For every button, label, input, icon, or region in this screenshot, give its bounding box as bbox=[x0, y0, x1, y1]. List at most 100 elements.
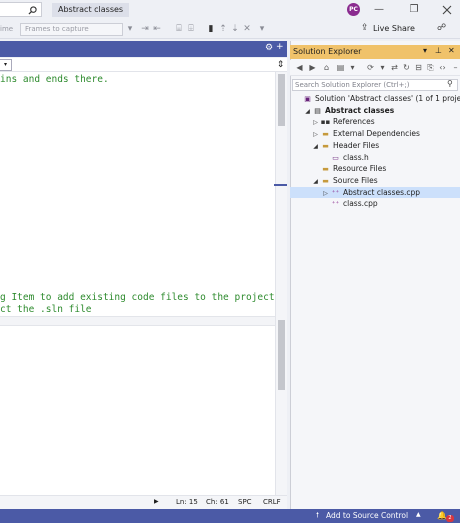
search-input[interactable] bbox=[0, 2, 42, 17]
solution-explorer-title-bar: Solution Explorer ▾ ⊥ ✕ bbox=[290, 45, 460, 59]
collapse-all-icon[interactable]: ⊟ bbox=[413, 62, 424, 73]
restore-button[interactable]: ❐ bbox=[403, 2, 425, 18]
line-ending[interactable]: CRLF bbox=[263, 498, 281, 506]
tree-item[interactable]: ▷ ▬ External Dependencies bbox=[290, 128, 460, 139]
tree-item-label: Abstract classes.cpp bbox=[343, 187, 421, 197]
more-icon[interactable]: – bbox=[450, 62, 460, 73]
folder-icon: ▬ bbox=[322, 141, 329, 150]
cpp-file-icon: ⁺⁺ bbox=[331, 200, 340, 209]
toolbar-icon-b[interactable]: ⇤ bbox=[152, 23, 162, 35]
collapse-arrow-icon[interactable]: ◢ bbox=[311, 176, 320, 187]
close-icon[interactable]: ✕ bbox=[448, 46, 455, 55]
caret-position-marker bbox=[274, 184, 287, 186]
editor-tab-well: ⚙ + bbox=[0, 41, 287, 57]
refresh-icon[interactable]: ↻ bbox=[401, 62, 412, 73]
solution-icon: ▣ bbox=[304, 95, 311, 103]
tree-item-label: References bbox=[333, 117, 375, 127]
column-number: Ch: 61 bbox=[206, 498, 229, 506]
vertical-scrollbar[interactable] bbox=[275, 72, 287, 495]
bookmark-prev-icon[interactable]: ⇡ bbox=[218, 23, 228, 35]
chevron-up-icon[interactable]: ▲ bbox=[416, 511, 421, 518]
feedback-icon[interactable]: ☍ bbox=[437, 23, 446, 33]
toolbar-icon-d[interactable]: ⌹ bbox=[186, 23, 196, 35]
toolbar-icon-a[interactable]: ⇥ bbox=[140, 23, 150, 35]
notification-badge: 2 bbox=[446, 515, 454, 522]
navigation-bar: ▾ ⇕ bbox=[0, 58, 287, 72]
references-icon: ▪▪ bbox=[320, 118, 331, 127]
upload-icon: 🠕 bbox=[316, 511, 320, 519]
window-position-icon[interactable]: ▾ bbox=[423, 46, 427, 55]
expand-arrow-icon[interactable]: ▷ bbox=[321, 188, 330, 199]
tree-item-label: class.cpp bbox=[343, 199, 378, 209]
solution-explorer-search-input[interactable]: Search Solution Explorer (Ctrl+;) bbox=[292, 79, 458, 91]
editor-divider[interactable] bbox=[0, 316, 275, 326]
bookmark-next-icon[interactable]: ⇣ bbox=[230, 23, 240, 35]
add-to-source-control-button[interactable]: Add to Source Control bbox=[326, 511, 408, 520]
scroll-right-icon[interactable]: ▶ bbox=[154, 498, 159, 505]
collapse-arrow-icon[interactable]: ◢ bbox=[311, 141, 320, 152]
project-icon: ▤ bbox=[314, 106, 321, 115]
switch-views-icon[interactable]: ▤ bbox=[335, 62, 346, 73]
cpp-file-icon: ⁺⁺ bbox=[331, 188, 340, 197]
home-icon[interactable]: ⌂ bbox=[321, 62, 332, 73]
collapse-arrow-icon[interactable]: ◢ bbox=[303, 106, 312, 117]
tree-item[interactable]: ▷ ⁺⁺ Abstract classes.cpp bbox=[290, 186, 460, 199]
back-icon[interactable]: ◀ bbox=[294, 62, 305, 73]
title-bar: Abstract classes PC — ❐ bbox=[0, 0, 460, 20]
show-all-files-icon[interactable]: ⎘ bbox=[425, 62, 436, 73]
live-share-button[interactable]: Live Share bbox=[373, 24, 415, 33]
folder-icon: ▬ bbox=[322, 130, 329, 139]
tree-item[interactable]: ▷ ▪▪ References bbox=[290, 116, 460, 127]
tree-item[interactable]: ⁺⁺ class.cpp bbox=[290, 198, 460, 209]
dropdown-arrow-icon[interactable]: ▾ bbox=[347, 62, 358, 73]
line-number: Ln: 15 bbox=[176, 498, 198, 506]
expand-arrow-icon[interactable]: ▷ bbox=[311, 117, 320, 128]
add-icon[interactable]: + bbox=[276, 42, 284, 52]
pin-icon[interactable]: ⊥ bbox=[435, 46, 442, 55]
minimize-button[interactable]: — bbox=[368, 2, 390, 18]
expand-arrow-icon[interactable]: ▷ bbox=[311, 129, 320, 140]
dropdown-arrow-icon[interactable]: ▾ bbox=[377, 62, 388, 73]
toolbar-truncated-item[interactable]: ime bbox=[0, 23, 16, 36]
live-share-icon[interactable]: ⇪ bbox=[361, 23, 369, 33]
gear-icon[interactable]: ⚙ bbox=[265, 43, 273, 53]
solution-explorer-title: Solution Explorer bbox=[293, 47, 362, 56]
split-view-icon[interactable]: ⇕ bbox=[274, 59, 287, 71]
bookmark-clear-icon[interactable]: ✕ bbox=[242, 23, 252, 35]
tree-item-label: Solution 'Abstract classes' (1 of 1 proj… bbox=[315, 94, 460, 103]
tree-item[interactable]: ▭ class.h bbox=[290, 152, 460, 163]
toolbar: ime Frames to capture ▾ ⇥ ⇤ ⌸ ⌹ ▮ ⇡ ⇣ ✕ … bbox=[0, 20, 460, 39]
code-editor[interactable]: ins and ends there. g Item to add existi… bbox=[0, 72, 275, 495]
tree-item-label: External Dependencies bbox=[333, 129, 420, 139]
scrollbar-thumb[interactable] bbox=[278, 320, 285, 390]
overflow-icon[interactable]: ▾ bbox=[257, 23, 267, 35]
toolbar-icon-c[interactable]: ⌸ bbox=[174, 23, 184, 35]
code-line: ct the .sln file bbox=[0, 304, 92, 315]
editor-status-bar: ▶ Ln: 15 Ch: 61 SPC CRLF bbox=[0, 495, 287, 509]
spacing-mode[interactable]: SPC bbox=[238, 498, 252, 506]
code-view-icon[interactable]: ‹› bbox=[437, 62, 448, 73]
sync-icon[interactable]: ⇄ bbox=[389, 62, 400, 73]
tree-item[interactable]: ◢ ▬ Header Files bbox=[290, 140, 460, 151]
header-file-icon: ▭ bbox=[332, 153, 339, 162]
scrollbar-thumb[interactable] bbox=[278, 74, 285, 126]
member-dropdown[interactable]: ▾ bbox=[0, 59, 12, 71]
status-bar: 🠕 Add to Source Control ▲ 🔔 2 bbox=[0, 509, 460, 523]
forward-icon[interactable]: ▶ bbox=[307, 62, 318, 73]
frames-to-capture-dropdown[interactable]: Frames to capture bbox=[20, 23, 123, 36]
dropdown-arrow-icon[interactable]: ▾ bbox=[125, 23, 135, 35]
close-icon[interactable] bbox=[436, 2, 458, 18]
tree-item[interactable]: ▬ Resource Files bbox=[290, 163, 460, 174]
tree-item[interactable]: ◢ ▤ Abstract classes bbox=[290, 105, 460, 116]
bookmark-icon[interactable]: ▮ bbox=[206, 23, 216, 35]
code-line: g Item to add existing code files to the… bbox=[0, 292, 275, 303]
pending-changes-icon[interactable]: ⟳ bbox=[365, 62, 376, 73]
search-icon bbox=[28, 6, 37, 15]
folder-icon: ▬ bbox=[322, 176, 329, 185]
tree-item[interactable]: ◢ ▬ Source Files bbox=[290, 175, 460, 186]
solution-explorer-toolbar: ◀ ▶ ⌂ ▤ ▾ ⟳ ▾ ⇄ ↻ ⊟ ⎘ ‹› – bbox=[290, 60, 460, 76]
tree-item-label: Source Files bbox=[333, 175, 378, 185]
code-line: ins and ends there. bbox=[0, 74, 109, 85]
tree-item[interactable]: ▣ Solution 'Abstract classes' (1 of 1 pro… bbox=[290, 93, 460, 104]
avatar[interactable]: PC bbox=[347, 3, 360, 16]
